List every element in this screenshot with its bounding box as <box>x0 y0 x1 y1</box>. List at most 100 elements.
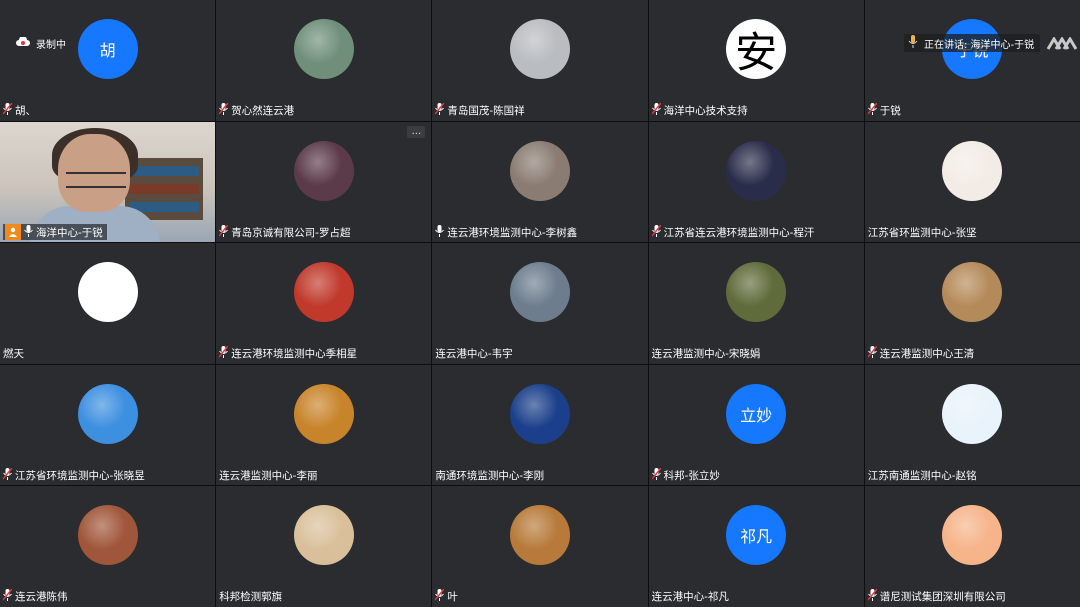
sunset-cliff-photo <box>942 262 1003 323</box>
participant-label: 南通环境监测中心-李刚 <box>435 467 544 483</box>
participant-tile[interactable]: 连云港环境监测中心季相星 <box>216 243 432 364</box>
golden-retriever-photo <box>509 505 570 566</box>
participant-name: 连云港环境监测中心-李树鑫 <box>447 226 578 239</box>
mic-muted-icon <box>867 346 877 361</box>
avatar-text: 祁凡 <box>740 527 773 547</box>
participant-tile[interactable]: 连云港环境监测中心-李树鑫 <box>432 121 648 243</box>
participant-tile[interactable]: 海洋中心-于锐 <box>0 121 216 243</box>
participant-tile[interactable]: 贺心然连云港 <box>216 0 432 121</box>
mic-muted-icon <box>219 346 229 361</box>
avatar-text: 立妙 <box>740 405 773 425</box>
participant-name: 南通环境监测中心-李刚 <box>435 469 545 482</box>
recording-indicator: 录制中 <box>16 36 66 51</box>
participant-tile[interactable]: ... 青岛京诚有限公司-罗占超 <box>216 121 432 243</box>
avatar-initials: 立妙 <box>726 383 787 444</box>
recording-label: 录制中 <box>36 40 66 51</box>
participant-name: 江苏省环境监测中心-张晓昱 <box>15 469 145 482</box>
participant-tile[interactable]: 江苏南通监测中心-赵铭 <box>864 364 1080 486</box>
dog-photo <box>509 262 570 323</box>
participant-name: 科邦检测郭旗 <box>219 591 283 604</box>
mic-muted-icon <box>219 224 229 240</box>
participant-label: 于锐 <box>867 103 901 119</box>
participant-tile[interactable]: 青岛国茂-陈国祥 <box>432 0 648 121</box>
cartoon-figure-avatar <box>77 262 138 323</box>
mic-muted-icon <box>651 224 661 240</box>
participant-label: 叶 <box>435 589 458 605</box>
participant-label: 科邦检测郭旗 <box>219 589 282 605</box>
participant-name: 连云港陈伟 <box>15 591 68 604</box>
participant-label: 江苏省环监测中心-张坚 <box>868 224 977 240</box>
participant-name: 青岛国茂-陈国祥 <box>447 105 525 118</box>
participant-label: 青岛国茂-陈国祥 <box>435 103 525 119</box>
participant-label: 连云港监测中心王清 <box>867 346 975 362</box>
participant-tile[interactable]: 连云港监测中心王清 <box>864 243 1080 364</box>
participant-label: 谱尼测试集团深圳有限公司 <box>867 589 1006 605</box>
participant-tile[interactable]: 江苏省连云港环境监测中心-程汗 <box>648 121 864 243</box>
girl-with-flowers-photo <box>293 505 354 566</box>
participant-name: 燃天 <box>3 348 24 361</box>
participant-tile[interactable]: 江苏省环境监测中心-张晓昱 <box>0 364 216 486</box>
avatar-initials: 安 <box>726 19 787 79</box>
participant-label: 江苏南通监测中心-赵铭 <box>868 467 977 483</box>
participant-name: 贺心然连云港 <box>231 105 295 118</box>
participant-tile[interactable]: 科邦检测郭旗 <box>216 486 432 607</box>
participant-name: 连云港监测中心-宋晓娟 <box>651 348 761 361</box>
participant-label: 连云港环境监测中心-李树鑫 <box>435 224 577 240</box>
participant-name: 叶 <box>447 591 458 604</box>
participant-tile[interactable]: 胡胡、 <box>0 0 216 121</box>
participant-label: 科邦-张立妙 <box>651 467 720 483</box>
avatar-initials: 胡 <box>77 19 138 79</box>
participant-label: 海洋中心-于锐 <box>3 224 107 241</box>
cartoon-boy-portrait <box>77 505 138 566</box>
participant-tile[interactable]: 连云港中心-韦宇 <box>432 243 648 364</box>
earth-from-space-photo <box>509 383 570 444</box>
mic-muted-icon <box>867 589 877 604</box>
participant-tile[interactable]: 叶 <box>432 486 648 607</box>
mountain-lake-photo <box>293 19 354 79</box>
autumn-scene-photo <box>293 383 354 444</box>
participant-tile[interactable]: 连云港监测中心-宋晓娟 <box>648 243 864 364</box>
participant-label: 连云港监测中心-李丽 <box>219 467 317 483</box>
participant-tile[interactable]: 南通环境监测中心-李刚 <box>432 364 648 486</box>
participant-name: 青岛京诚有限公司-罗占超 <box>231 226 351 239</box>
mic-muted-icon <box>435 103 445 118</box>
participant-name: 连云港监测中心-李丽 <box>219 469 318 482</box>
more-options-button[interactable]: ... <box>407 125 426 138</box>
participant-label: 胡、 <box>3 103 36 119</box>
participant-name: 于锐 <box>879 105 901 118</box>
cartoon-man-glasses-avatar <box>77 383 138 444</box>
participant-name: 江苏南通监测中心-赵铭 <box>867 469 977 482</box>
mic-muted-icon <box>219 103 229 118</box>
participant-label: 海洋中心技术支持 <box>651 103 748 119</box>
participant-tile[interactable]: 安海洋中心技术支持 <box>648 0 864 121</box>
cloud-record-icon <box>16 36 30 50</box>
participant-name: 连云港监测中心王清 <box>879 348 975 361</box>
participant-label: 连云港中心-祁凡 <box>652 589 729 605</box>
anime-character-avatar <box>726 140 787 201</box>
person-badge-icon <box>5 224 21 241</box>
red-ornament-photo <box>293 262 354 323</box>
participant-tile[interactable]: 立妙科邦-张立妙 <box>648 364 864 486</box>
participant-label: 连云港陈伟 <box>3 589 68 605</box>
mic-icon <box>908 35 918 51</box>
participant-tile[interactable]: 江苏省环监测中心-张坚 <box>864 121 1080 243</box>
mic-muted-icon <box>867 103 877 118</box>
active-speaker-label: 正在讲话: 海洋中心-于锐 <box>924 39 1035 51</box>
participant-tile[interactable]: 连云港监测中心-李丽 <box>216 364 432 486</box>
basketball-player-photo <box>293 140 354 201</box>
participant-name: 科邦-张立妙 <box>663 469 720 482</box>
participant-tile[interactable]: 燃天 <box>0 243 216 364</box>
participant-tile[interactable]: 谱尼测试集团深圳有限公司 <box>864 486 1080 607</box>
drag-handle-icon[interactable] <box>1046 36 1078 50</box>
mic-muted-icon <box>651 103 661 118</box>
participant-tile[interactable]: 连云港陈伟 <box>0 486 216 607</box>
mic-muted-icon <box>3 589 12 604</box>
participant-name: 江苏省连云港环境监测中心-程汗 <box>663 226 815 239</box>
participant-label: 燃天 <box>3 346 24 362</box>
participant-tile[interactable]: 于锐于锐 <box>864 0 1080 121</box>
participant-tile[interactable]: 祁凡连云港中心-祁凡 <box>648 486 864 607</box>
mic-muted-icon <box>3 467 12 483</box>
participant-label: 江苏省连云港环境监测中心-程汗 <box>651 224 815 240</box>
cartoon-boy-avatar <box>942 140 1003 201</box>
mic-icon <box>24 224 33 240</box>
